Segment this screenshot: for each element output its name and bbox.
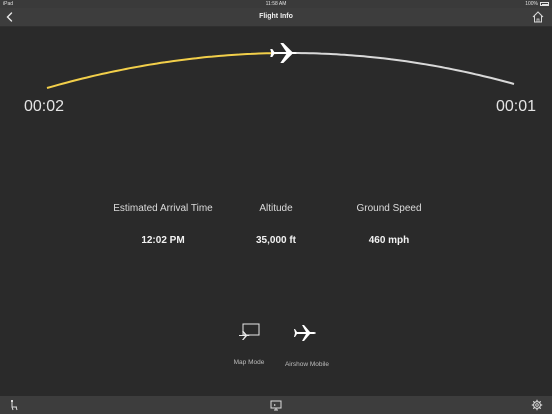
- status-bar: iPad 11:58 AM 100%: [0, 0, 552, 8]
- battery-status: 100%: [525, 1, 549, 7]
- stat-label: Ground Speed: [356, 203, 422, 214]
- map-mode-label: Map Mode: [233, 359, 265, 366]
- page-title: Flight Info: [259, 13, 293, 20]
- remaining-time: 00:01: [495, 98, 536, 115]
- bottom-toolbar: [0, 396, 552, 414]
- stat-ground-speed: Ground Speed 460 mph: [319, 203, 459, 246]
- elapsed-time: 00:02: [24, 98, 65, 115]
- map-mode-icon: [239, 323, 260, 340]
- status-time: 11:58 AM: [265, 1, 287, 7]
- airplane-position-icon: [270, 43, 297, 63]
- screen-cast-icon[interactable]: [270, 399, 282, 411]
- stat-value: 460 mph: [368, 235, 410, 246]
- airshow-mobile-button[interactable]: Airshow Mobile: [277, 322, 337, 368]
- flight-progress-arc: [46, 43, 515, 89]
- airshow-mobile-label: Airshow Mobile: [284, 361, 330, 368]
- battery-icon: [540, 2, 549, 6]
- arc-completed: [46, 52, 283, 89]
- seat-control-icon[interactable]: [8, 399, 20, 411]
- navigation-bar: Flight Info: [0, 8, 552, 27]
- home-icon[interactable]: [531, 10, 545, 24]
- map-mode-button[interactable]: Map Mode: [219, 322, 279, 366]
- arc-remaining: [282, 52, 515, 85]
- airplane-icon: [294, 325, 316, 341]
- settings-gear-icon[interactable]: [531, 399, 543, 411]
- battery-percent: 100%: [525, 1, 538, 7]
